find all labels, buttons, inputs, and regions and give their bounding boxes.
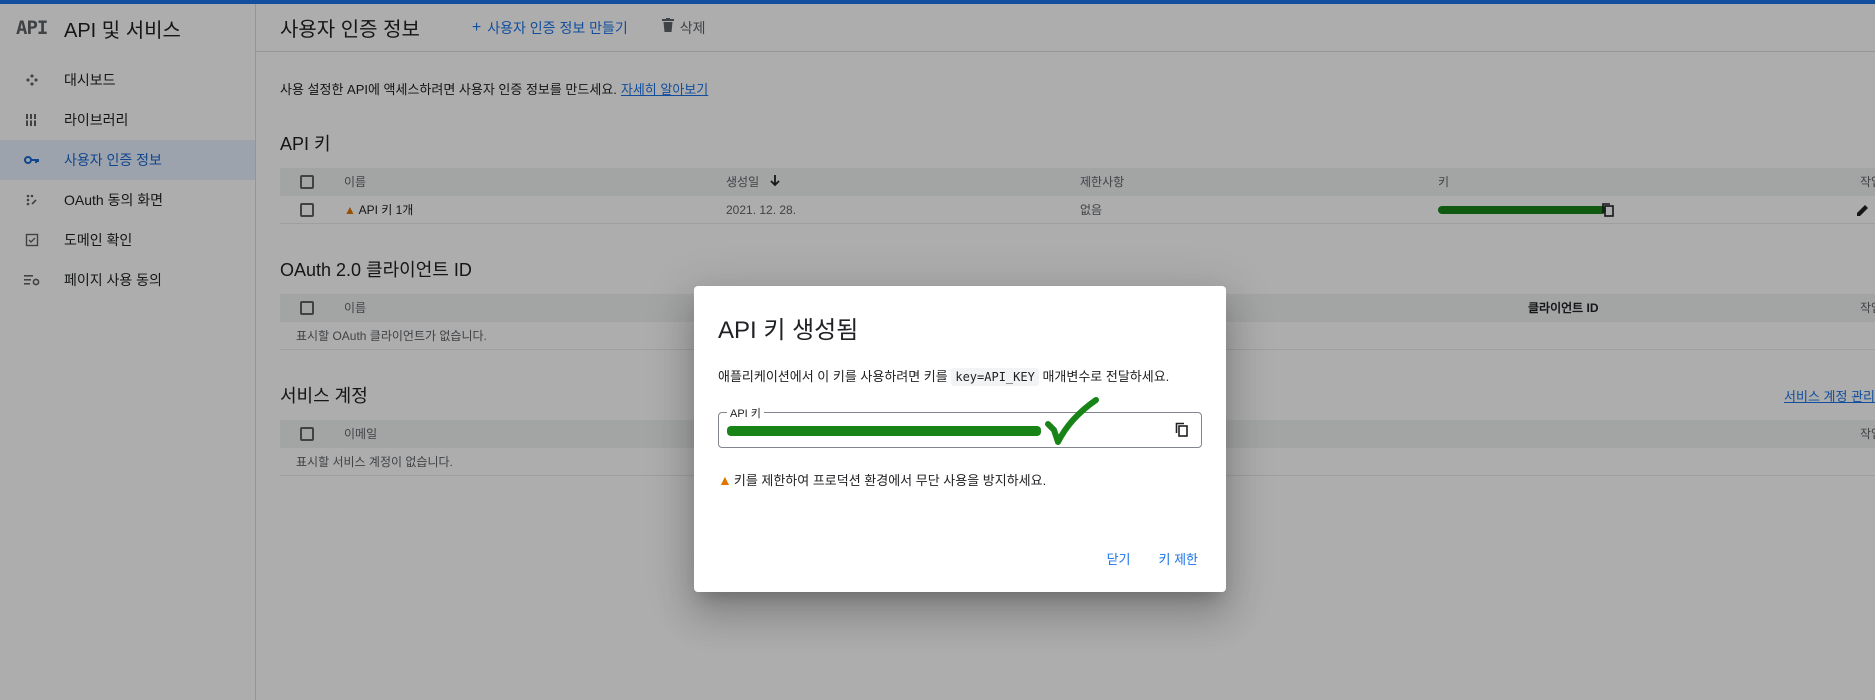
dialog-warning-text: 키를 제한하여 프로덕션 환경에서 무단 사용을 방지하세요. <box>733 473 1047 488</box>
dialog-warning: ▲ 키를 제한하여 프로덕션 환경에서 무단 사용을 방지하세요. <box>718 470 1046 489</box>
api-key-field[interactable]: API 키 <box>718 405 1202 448</box>
api-key-redaction <box>727 426 1041 436</box>
dialog-description: 애플리케이션에서 이 키를 사용하려면 키를 key=API_KEY 매개변수로… <box>718 366 1170 386</box>
dialog-text-after: 매개변수로 전달하세요. <box>1042 369 1170 384</box>
param-code: key=API_KEY <box>951 368 1039 386</box>
warning-icon: ▲ <box>718 471 732 488</box>
dialog-title: API 키 생성됨 <box>718 317 859 344</box>
checkmark-annotation <box>1045 397 1099 445</box>
close-button[interactable]: 닫기 <box>1107 549 1131 568</box>
dialog-text-before: 애플리케이션에서 이 키를 사용하려면 키를 <box>718 369 948 384</box>
copy-icon[interactable] <box>1175 422 1191 438</box>
restrict-key-button[interactable]: 키 제한 <box>1159 549 1199 568</box>
dialog-actions: 닫기 키 제한 <box>1107 549 1198 568</box>
api-key-created-dialog: API 키 생성됨 애플리케이션에서 이 키를 사용하려면 키를 key=API… <box>694 286 1226 592</box>
api-key-field-label: API 키 <box>727 405 764 421</box>
